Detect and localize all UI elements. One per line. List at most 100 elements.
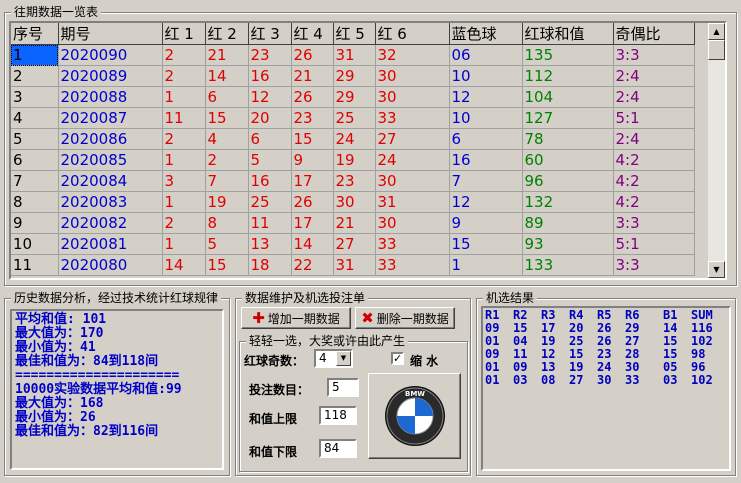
table-row[interactable]: 8 2020083 1 19 25 26 30 31 12 132 4:2 [11,191,695,213]
table-cell-seq[interactable]: 3 [11,86,59,108]
table-cell-ratio[interactable]: 2:4 [613,128,695,150]
table-cell-r3[interactable]: 16 [248,65,292,87]
column-header[interactable]: 序号 [11,23,59,45]
table-cell-r5[interactable]: 21 [333,212,376,234]
table-cell-seq[interactable]: 5 [11,128,59,150]
table-cell-r3[interactable]: 20 [248,107,292,129]
table-cell-r2[interactable]: 6 [205,86,249,108]
table-cell-sum[interactable]: 78 [522,128,614,150]
history-table[interactable]: 序号 期号红 1红 2红 3红 4红 5红 6 蓝色球 红球和值 奇偶比 1 202009… [9,21,727,280]
table-cell-r2[interactable]: 15 [205,107,249,129]
analysis-text-box[interactable]: 平均和值: 101 最大值为：170 最小值为：41 最佳和值为：84到118间 ===… [10,309,224,470]
table-cell-r3[interactable]: 23 [248,44,292,66]
table-cell-seq[interactable]: 11 [11,254,59,276]
table-row[interactable]: 9 2020082 2 8 11 17 21 30 9 89 3:3 [11,212,695,234]
table-cell-r1[interactable]: 1 [162,86,206,108]
table-cell-sum[interactable]: 135 [522,44,614,66]
table-row[interactable]: 5 2020086 2 4 6 15 24 27 6 78 2:4 [11,128,695,150]
table-cell-r1[interactable]: 2 [162,65,206,87]
table-cell-issue[interactable]: 2020089 [58,65,163,87]
table-cell-ratio[interactable]: 4:2 [613,170,695,192]
table-cell-r4[interactable]: 26 [291,44,334,66]
table-cell-r6[interactable]: 30 [375,212,450,234]
table-row[interactable]: 2 2020089 2 14 16 21 29 30 10 112 2:4 [11,65,695,87]
table-cell-sum[interactable]: 60 [522,149,614,171]
table-cell-sum[interactable]: 104 [522,86,614,108]
table-cell-ratio[interactable]: 2:4 [613,65,695,87]
table-cell-r5[interactable]: 24 [333,128,376,150]
table-cell-blue[interactable]: 16 [449,149,523,171]
delete-record-button[interactable]: ✖ 删除一期数据 [355,307,455,329]
column-header[interactable]: 红 3 [248,23,292,45]
scroll-up-button[interactable]: ▲ [708,23,725,40]
column-header[interactable]: 红 2 [205,23,249,45]
table-cell-seq[interactable]: 6 [11,149,59,171]
table-cell-blue[interactable]: 06 [449,44,523,66]
table-cell-r3[interactable]: 12 [248,86,292,108]
table-cell-sum[interactable]: 93 [522,233,614,255]
table-cell-r3[interactable]: 16 [248,170,292,192]
table-cell-sum[interactable]: 96 [522,170,614,192]
table-cell-seq[interactable]: 1 [11,44,59,66]
sum-upper-input[interactable]: 118 [319,406,357,425]
table-cell-r3[interactable]: 11 [248,212,292,234]
table-cell-sum[interactable]: 112 [522,65,614,87]
table-cell-r4[interactable]: 17 [291,170,334,192]
table-cell-r6[interactable]: 31 [375,191,450,213]
table-cell-r1[interactable]: 2 [162,128,206,150]
table-cell-sum[interactable]: 132 [522,191,614,213]
table-cell-r4[interactable]: 26 [291,191,334,213]
table-cell-blue[interactable]: 1 [449,254,523,276]
scroll-down-button[interactable]: ▼ [708,261,725,278]
table-cell-r2[interactable]: 21 [205,44,249,66]
table-cell-r5[interactable]: 30 [333,191,376,213]
column-header[interactable]: 奇偶比 [613,23,695,45]
table-cell-blue[interactable]: 12 [449,86,523,108]
table-cell-r4[interactable]: 14 [291,233,334,255]
table-cell-blue[interactable]: 6 [449,128,523,150]
table-cell-r2[interactable]: 15 [205,254,249,276]
table-cell-seq[interactable]: 9 [11,212,59,234]
sum-lower-input[interactable]: 84 [319,439,357,458]
bets-count-input[interactable]: 5 [327,378,359,397]
table-cell-ratio[interactable]: 2:4 [613,86,695,108]
table-cell-ratio[interactable]: 3:3 [613,212,695,234]
table-row[interactable]: 4 2020087 11 15 20 23 25 33 10 127 5:1 [11,107,695,129]
column-header[interactable]: 红 4 [291,23,334,45]
table-cell-r6[interactable]: 30 [375,86,450,108]
table-cell-blue[interactable]: 10 [449,107,523,129]
table-cell-r5[interactable]: 23 [333,170,376,192]
table-cell-r1[interactable]: 1 [162,233,206,255]
table-cell-r2[interactable]: 4 [205,128,249,150]
table-cell-seq[interactable]: 10 [11,233,59,255]
table-row[interactable]: 11 2020080 14 15 18 22 31 33 1 133 3:3 [11,254,695,276]
table-cell-r5[interactable]: 29 [333,65,376,87]
table-cell-r6[interactable]: 30 [375,65,450,87]
table-cell-r2[interactable]: 5 [205,233,249,255]
table-cell-r6[interactable]: 32 [375,44,450,66]
add-record-button[interactable]: ✚ 增加一期数据 [241,307,351,329]
table-cell-blue[interactable]: 12 [449,191,523,213]
table-cell-seq[interactable]: 4 [11,107,59,129]
table-cell-r4[interactable]: 9 [291,149,334,171]
table-cell-r5[interactable]: 27 [333,233,376,255]
table-cell-r4[interactable]: 17 [291,212,334,234]
table-cell-r4[interactable]: 23 [291,107,334,129]
table-cell-r5[interactable]: 31 [333,254,376,276]
table-cell-r1[interactable]: 11 [162,107,206,129]
scroll-thumb[interactable] [708,40,725,60]
history-grid[interactable]: 序号 期号红 1红 2红 3红 4红 5红 6 蓝色球 红球和值 奇偶比 1 202009… [11,23,695,276]
column-header[interactable]: 红 5 [333,23,376,45]
table-cell-sum[interactable]: 89 [522,212,614,234]
table-cell-r2[interactable]: 2 [205,149,249,171]
table-cell-issue[interactable]: 2020086 [58,128,163,150]
table-cell-r6[interactable]: 33 [375,233,450,255]
table-cell-ratio[interactable]: 5:1 [613,107,695,129]
table-cell-ratio[interactable]: 3:3 [613,254,695,276]
table-cell-ratio[interactable]: 3:3 [613,44,695,66]
table-cell-r1[interactable]: 2 [162,44,206,66]
table-cell-r1[interactable]: 2 [162,212,206,234]
table-cell-r5[interactable]: 25 [333,107,376,129]
table-cell-sum[interactable]: 133 [522,254,614,276]
table-cell-r4[interactable]: 26 [291,86,334,108]
